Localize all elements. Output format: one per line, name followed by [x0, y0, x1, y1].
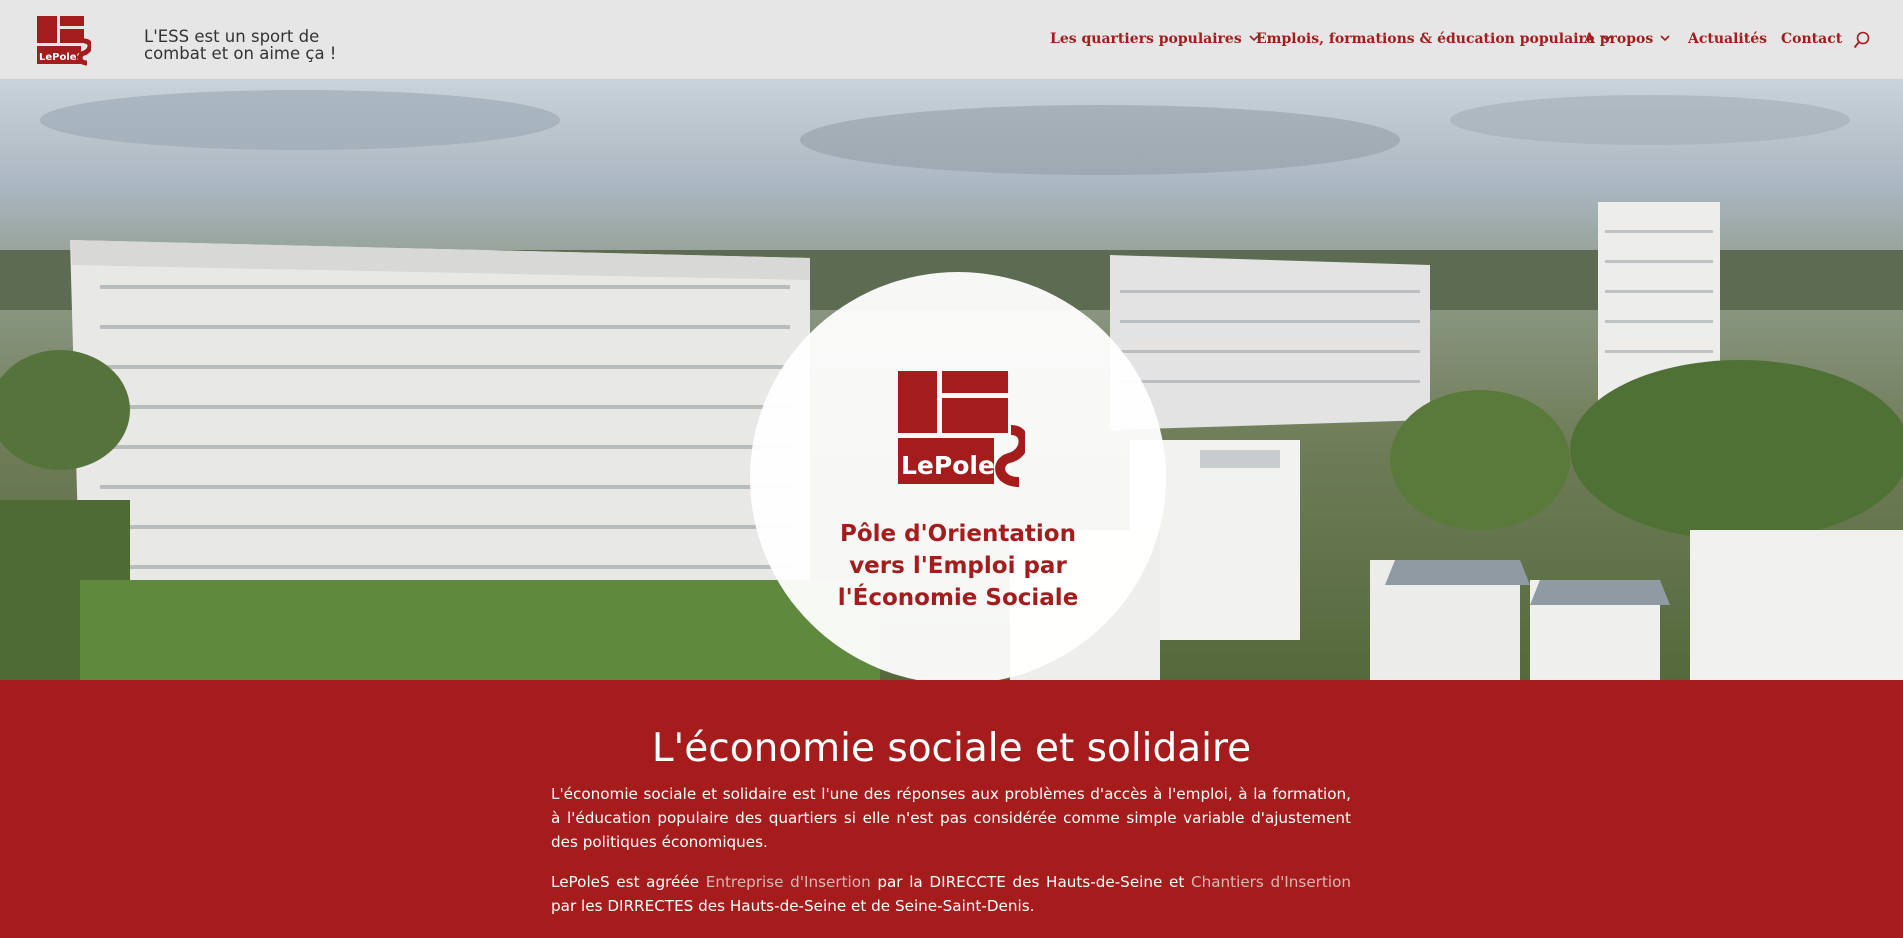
- lepoles-logo[interactable]: LePoleS: [35, 15, 91, 67]
- nav-emplois-formations[interactable]: Emplois, formations & éducation populair…: [1256, 31, 1613, 47]
- site-header: LePoleS L'ESS est un sport de combat et …: [0, 0, 1903, 80]
- nav-label: Actualités: [1688, 31, 1767, 47]
- link-chantiers-insertion[interactable]: Chantiers d'Insertion: [1191, 873, 1351, 891]
- agreement-paragraph: LePoleS est agréée Entreprise d'Insertio…: [551, 870, 1351, 918]
- paragraph-text: LePoleS est agréée: [551, 873, 706, 891]
- nav-label: Contact: [1781, 31, 1843, 47]
- link-entreprise-insertion[interactable]: Entreprise d'Insertion: [706, 873, 871, 891]
- chevron-down-icon: [1660, 35, 1670, 42]
- nav-quartiers-populaires[interactable]: Les quartiers populaires: [1050, 31, 1260, 47]
- hero-banner: LePoleS Pôle d'Orientation vers l'Emploi…: [0, 80, 1903, 680]
- lepoles-logo-large: LePoleS: [898, 371, 1025, 487]
- site-tagline: L'ESS est un sport de combat et on aime …: [144, 27, 337, 63]
- nav-actualites[interactable]: Actualités: [1688, 31, 1767, 47]
- ess-section: L'économie sociale et solidaire L'économ…: [0, 680, 1903, 938]
- nav-label: Les quartiers populaires: [1050, 31, 1242, 47]
- paragraph-text: par les DIRRECTES des Hauts-de-Seine et …: [551, 897, 1035, 915]
- logo-text: LePoleS: [39, 52, 84, 63]
- nav-contact[interactable]: Contact: [1781, 31, 1842, 47]
- intro-paragraph: L'économie sociale et solidaire est l'un…: [551, 785, 1351, 851]
- nav-label: Emplois, formations & éducation populair…: [1256, 31, 1595, 47]
- search-icon[interactable]: [1853, 31, 1871, 49]
- nav-label: A propos: [1584, 31, 1654, 47]
- hero-title: Pôle d'Orientation vers l'Emploi par l'É…: [837, 521, 1079, 611]
- paragraph-text: par la DIRECCTE des Hauts-de-Seine et: [870, 873, 1191, 891]
- nav-a-propos[interactable]: A propos: [1584, 31, 1671, 47]
- section-title: L'économie sociale et solidaire: [651, 726, 1252, 771]
